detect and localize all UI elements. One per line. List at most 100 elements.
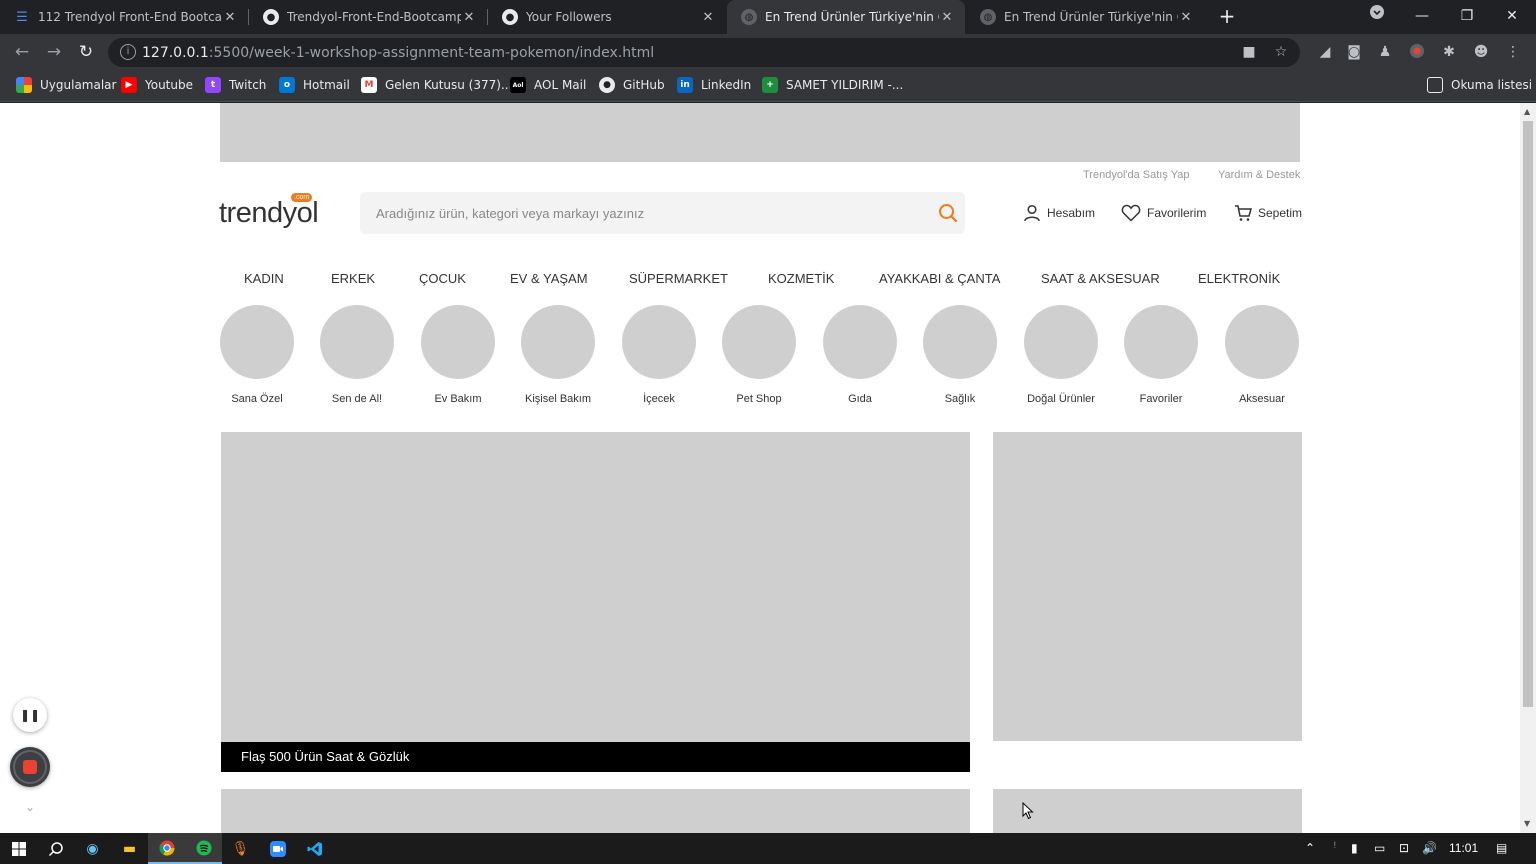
nav-category-saat-aksesuar[interactable]: SAAT & AKSESUAR bbox=[1041, 271, 1160, 286]
scrollbar-thumb[interactable] bbox=[1523, 121, 1533, 707]
globe-icon: ◍ bbox=[741, 9, 757, 25]
browser-tab[interactable]: ☰ 112 Trendyol Front-End Bootcamp ✕ bbox=[0, 0, 248, 34]
forward-icon[interactable]: → bbox=[42, 40, 66, 64]
close-icon[interactable]: ✕ bbox=[461, 10, 477, 25]
nav-category-elektronik[interactable]: ELEKTRONİK bbox=[1198, 271, 1280, 286]
bookmark-youtube[interactable]: ▶ Youtube bbox=[121, 77, 193, 93]
tab-search-icon[interactable] bbox=[1365, 4, 1389, 28]
nav-category-cocuk[interactable]: ÇOCUK bbox=[419, 271, 466, 286]
bookmark-gmail[interactable]: M Gelen Kutusu (377)... bbox=[361, 77, 512, 93]
nav-category-erkek[interactable]: ERKEK bbox=[331, 271, 375, 286]
help-link[interactable]: Yardım & Destek bbox=[1218, 169, 1300, 181]
scroll-up-icon[interactable]: ▲ bbox=[1524, 107, 1530, 116]
main-banner-placeholder[interactable] bbox=[221, 432, 970, 772]
nav-category-kadin[interactable]: KADIN bbox=[244, 271, 284, 286]
windows-start-icon[interactable] bbox=[0, 833, 37, 864]
close-icon[interactable]: ✕ bbox=[222, 10, 238, 25]
close-icon[interactable]: ✕ bbox=[700, 10, 716, 25]
page-scrollbar[interactable]: ▲ ▼ bbox=[1520, 103, 1536, 833]
address-bar[interactable]: i 127.0.0.1:5500/week-1-workshop-assignm… bbox=[108, 38, 1300, 67]
second-banner-placeholder[interactable] bbox=[221, 789, 970, 833]
browser-tab[interactable]: ◍ En Trend Ürünler Türkiye'nin Online ✕ bbox=[966, 0, 1204, 34]
bookmarks-bar: Uygulamalar ▶ Youtube t Twitch o Hotmail… bbox=[0, 70, 1536, 102]
close-icon[interactable]: ✕ bbox=[939, 10, 955, 25]
file-explorer-icon[interactable]: ▬ bbox=[111, 833, 148, 864]
taskbar-clock[interactable]: 11:01 bbox=[1449, 841, 1478, 855]
close-icon[interactable]: ✕ bbox=[1178, 10, 1194, 25]
zoom-icon[interactable] bbox=[259, 833, 296, 864]
steam-icon[interactable]: ◉ bbox=[74, 833, 111, 864]
restore-icon[interactable]: ❐ bbox=[1455, 4, 1479, 28]
top-banner-placeholder[interactable] bbox=[220, 103, 1300, 162]
nav-category-ayakkabi-canta[interactable]: AYAKKABI & ÇANTA bbox=[879, 271, 1000, 286]
tray-microphone-icon[interactable]: ▮ bbox=[1351, 841, 1358, 855]
notifications-icon[interactable]: ▤ bbox=[1496, 841, 1507, 855]
reload-icon[interactable]: ↻ bbox=[74, 40, 98, 64]
recorder-stop-button[interactable] bbox=[10, 747, 50, 787]
search-input[interactable] bbox=[376, 203, 916, 223]
story-item[interactable]: Gıda bbox=[822, 305, 898, 405]
recorder-extension-icon[interactable] bbox=[1408, 43, 1426, 61]
story-item[interactable]: İçecek bbox=[621, 305, 697, 405]
story-item[interactable]: Sağlık bbox=[922, 305, 998, 405]
bookmark-linkedin[interactable]: in LinkedIn bbox=[677, 77, 751, 93]
minimize-icon[interactable]: — bbox=[1410, 4, 1434, 28]
story-item[interactable]: Kişisel Bakım bbox=[520, 305, 596, 405]
browser-tab[interactable]: ● Trendyol-Front-End-Bootcamp/week ✕ bbox=[249, 0, 487, 34]
screenshot-extension-icon[interactable]: ◙ bbox=[1345, 43, 1363, 61]
story-item[interactable]: Sen de Al! bbox=[319, 305, 395, 405]
tray-chevron-up-icon[interactable]: ⌃ bbox=[1305, 841, 1315, 855]
story-item[interactable]: Sana Özel bbox=[219, 305, 295, 405]
bookmark-apps[interactable]: Uygulamalar bbox=[16, 77, 116, 93]
bookmark-hotmail[interactable]: o Hotmail bbox=[279, 77, 350, 93]
spotify-icon[interactable] bbox=[185, 833, 222, 864]
bookmark-aol[interactable]: Aol AOL Mail bbox=[510, 77, 586, 93]
reading-list[interactable]: Okuma listesi bbox=[1427, 77, 1532, 93]
nav-category-supermarket[interactable]: SÜPERMARKET bbox=[629, 271, 728, 286]
story-item[interactable]: Aksesuar bbox=[1224, 305, 1300, 405]
side-banner-placeholder[interactable] bbox=[993, 432, 1302, 741]
chevron-down-icon[interactable]: ⌄ bbox=[20, 800, 40, 816]
tray-network-icon[interactable]: ⊡ bbox=[1399, 841, 1409, 855]
favorites-button[interactable]: Favorilerim bbox=[1121, 204, 1206, 222]
bookmark-samet[interactable]: + SAMET YILDIRIM -... bbox=[762, 77, 903, 93]
camera-blocked-icon[interactable]: ■ bbox=[1240, 43, 1258, 61]
microphone-app-icon[interactable]: 🎙 bbox=[222, 833, 259, 864]
chrome-icon[interactable] bbox=[148, 833, 185, 864]
nav-category-ev-yasam[interactable]: EV & YAŞAM bbox=[510, 271, 588, 286]
tray-warning-icon[interactable]: ! bbox=[1333, 841, 1337, 851]
menu-dots-icon[interactable]: ⋮ bbox=[1504, 43, 1522, 61]
puzzle-extensions-icon[interactable]: ✱ bbox=[1440, 43, 1458, 61]
trendyol-logo[interactable]: trendyol .com bbox=[219, 193, 323, 233]
url-text[interactable]: 127.0.0.1:5500/week-1-workshop-assignmen… bbox=[142, 45, 654, 61]
tray-battery-icon[interactable]: ▭ bbox=[1374, 841, 1385, 855]
bookmark-star-icon[interactable]: ☆ bbox=[1272, 43, 1290, 61]
browser-tab-active[interactable]: ◍ En Trend Ürünler Türkiye'nin Online ✕ bbox=[727, 0, 965, 34]
cart-button[interactable]: Sepetim bbox=[1234, 204, 1302, 222]
tray-volume-icon[interactable]: 🔊 bbox=[1422, 841, 1437, 855]
bookmark-github[interactable]: ● GitHub bbox=[599, 77, 665, 93]
window-close-icon[interactable]: ✕ bbox=[1500, 4, 1524, 28]
story-item[interactable]: Favoriler bbox=[1123, 305, 1199, 405]
story-item[interactable]: Ev Bakım bbox=[420, 305, 496, 405]
bookmark-twitch[interactable]: t Twitch bbox=[205, 77, 266, 93]
vscode-icon[interactable] bbox=[296, 833, 333, 864]
extension-icon[interactable]: ♟ bbox=[1376, 43, 1394, 61]
recorder-pause-button[interactable]: ❚❚ bbox=[13, 698, 47, 732]
search-icon[interactable] bbox=[37, 833, 74, 864]
scroll-down-icon[interactable]: ▼ bbox=[1524, 819, 1530, 828]
sell-link[interactable]: Trendyol'da Satış Yap bbox=[1083, 169, 1189, 181]
new-tab-button[interactable]: + bbox=[1216, 6, 1238, 28]
extension-icon[interactable]: ◢ bbox=[1316, 43, 1334, 61]
nav-category-kozmetik[interactable]: KOZMETİK bbox=[768, 271, 834, 286]
profile-avatar-icon[interactable]: ☻ bbox=[1472, 43, 1490, 61]
back-icon[interactable]: ← bbox=[10, 40, 34, 64]
story-item[interactable]: Pet Shop bbox=[721, 305, 797, 405]
main-banner-caption[interactable]: Flaş 500 Ürün Saat & Gözlük bbox=[221, 742, 970, 772]
info-icon[interactable]: i bbox=[120, 44, 136, 60]
story-item[interactable]: Doğal Ürünler bbox=[1023, 305, 1099, 405]
browser-tab[interactable]: ● Your Followers ✕ bbox=[488, 0, 726, 34]
search-icon[interactable] bbox=[938, 203, 958, 223]
account-button[interactable]: Hesabım bbox=[1023, 204, 1095, 222]
second-side-banner-placeholder[interactable] bbox=[993, 789, 1302, 833]
